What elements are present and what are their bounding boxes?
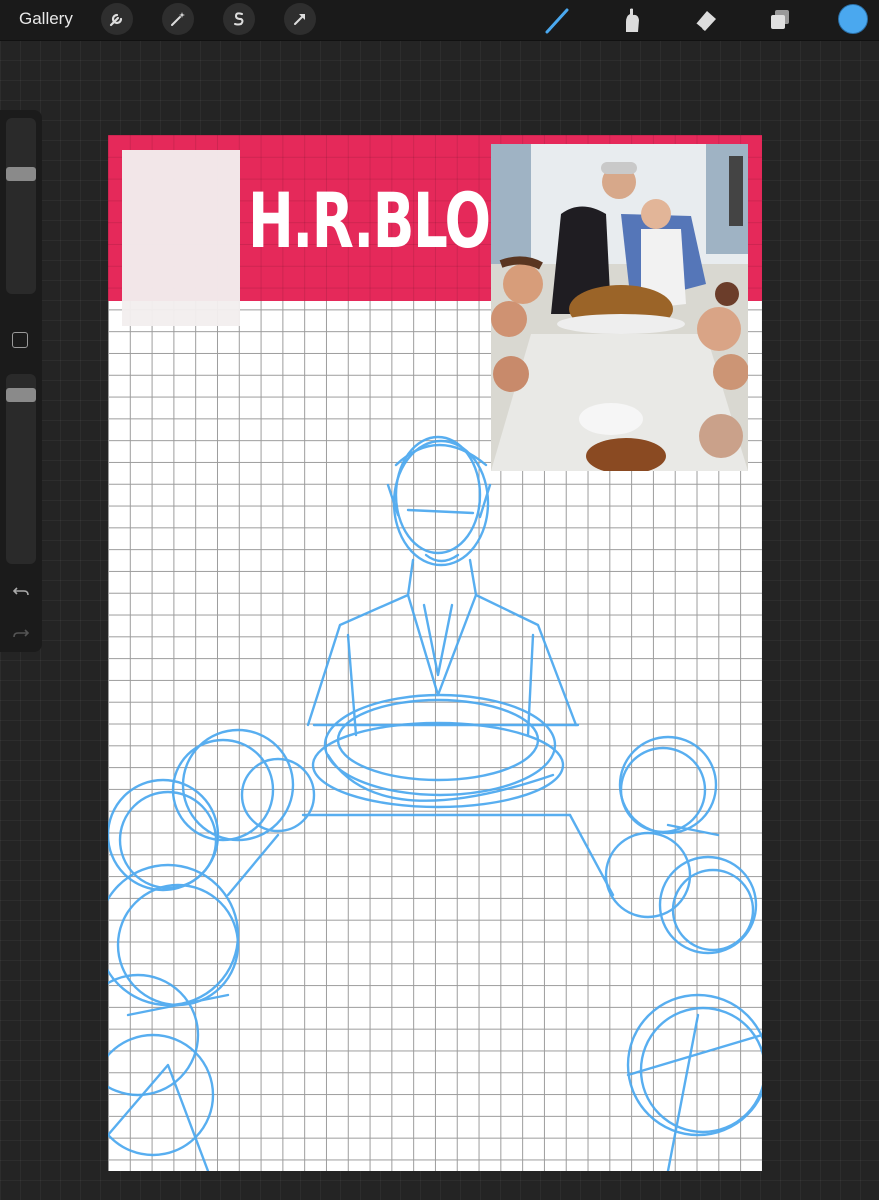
blue-sketch-layer bbox=[108, 435, 762, 1171]
side-toolbar bbox=[0, 110, 42, 652]
smudge-icon[interactable] bbox=[616, 4, 648, 36]
brush-opacity-handle[interactable] bbox=[6, 388, 36, 402]
wrench-icon[interactable] bbox=[101, 3, 133, 35]
brush-opacity-slider[interactable] bbox=[6, 374, 36, 564]
eraser-icon[interactable] bbox=[690, 4, 722, 36]
magic-wand-icon[interactable] bbox=[162, 3, 194, 35]
undo-icon[interactable] bbox=[10, 580, 32, 602]
brush-icon[interactable] bbox=[542, 4, 574, 36]
transform-arrow-icon[interactable] bbox=[284, 3, 316, 35]
brush-size-handle[interactable] bbox=[6, 167, 36, 181]
top-toolbar: Gallery bbox=[0, 0, 879, 41]
redo-icon[interactable] bbox=[10, 622, 32, 644]
gallery-button[interactable]: Gallery bbox=[19, 9, 73, 29]
modify-button[interactable] bbox=[12, 332, 28, 348]
color-picker-button[interactable] bbox=[838, 4, 868, 34]
layers-icon[interactable] bbox=[764, 4, 796, 36]
brush-size-slider[interactable] bbox=[6, 118, 36, 294]
drawing-canvas[interactable]: H.R.BLOOD bbox=[108, 135, 762, 1171]
selection-s-icon[interactable] bbox=[223, 3, 255, 35]
